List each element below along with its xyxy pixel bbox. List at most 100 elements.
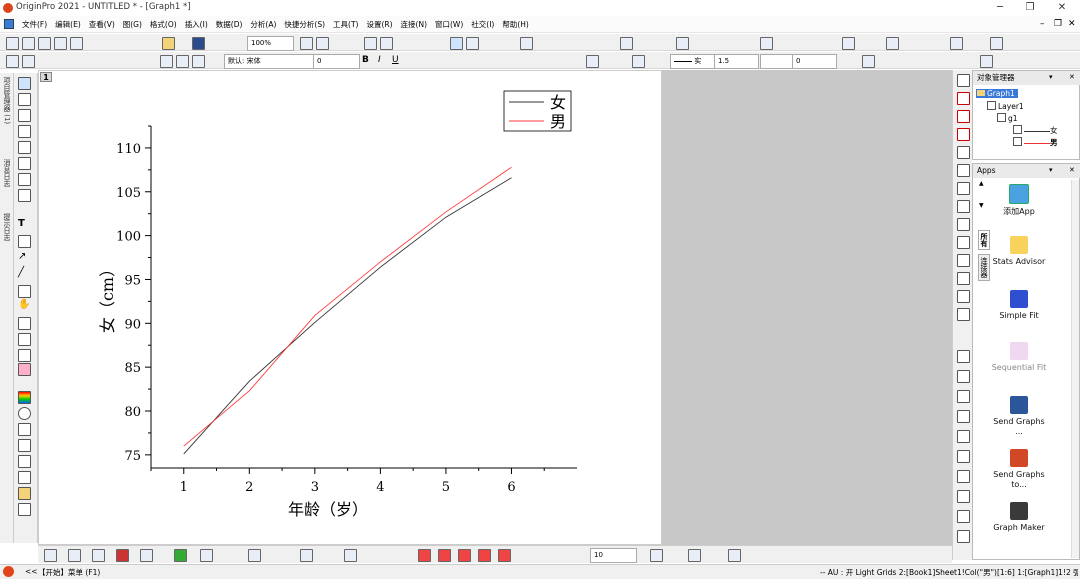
plot-checkbox-icon[interactable] [1013, 125, 1022, 134]
message-log-tab[interactable]: 消息日志 [2, 159, 12, 187]
zoom-in-tool-icon[interactable] [18, 93, 31, 106]
start-orb-icon[interactable] [3, 566, 14, 577]
new-layer-icon[interactable] [957, 74, 970, 87]
bar-icon[interactable] [18, 439, 31, 452]
align-bottom-icon[interactable] [957, 308, 970, 321]
layer-marker-icon[interactable] [18, 423, 31, 436]
area-plot-icon[interactable] [174, 549, 187, 562]
app-sequential-fit[interactable]: Sequential Fit [991, 342, 1047, 373]
menu-edit[interactable]: 编辑(E) [51, 16, 85, 33]
pointer-icon[interactable] [450, 37, 463, 50]
arrow-tool-icon[interactable]: ↗ [18, 251, 26, 262]
same-width-icon[interactable] [957, 350, 970, 363]
menu-insert[interactable]: 插入(I) [181, 16, 212, 33]
distribute-vertical-icon[interactable] [957, 410, 970, 423]
add-bottom-x-icon[interactable] [957, 92, 970, 105]
panel-close-icon[interactable]: ✕ [1069, 73, 1075, 81]
zoom-in-icon[interactable] [466, 37, 479, 50]
bottom-size-combo[interactable]: 10 [590, 548, 637, 563]
line-width-combo[interactable]: 1.5 [714, 54, 759, 69]
plot-setup-icon[interactable] [22, 55, 35, 68]
zoom-combo[interactable]: 100% [247, 36, 294, 51]
pan-tool-icon[interactable]: ✋ [18, 299, 30, 310]
folder-icon[interactable] [18, 487, 31, 500]
pie-plot-icon[interactable] [200, 549, 213, 562]
insert-table-tool-icon[interactable] [18, 333, 31, 346]
apps-tab-connectors[interactable]: 连接器 [978, 254, 990, 281]
new-function-icon[interactable] [70, 37, 83, 50]
scroll-up-icon[interactable]: ▲ [979, 180, 984, 187]
pointer-tool-icon[interactable] [18, 77, 31, 90]
tree-graph[interactable]: Graph1 [976, 89, 1018, 98]
menu-data[interactable]: 数据(D) [212, 16, 247, 33]
apps-tab-all[interactable]: 所有 [978, 230, 990, 250]
menu-social[interactable]: 社交(I) [467, 16, 498, 33]
tree-plot-female[interactable]: 女 [1013, 125, 1058, 136]
column-plot-icon[interactable] [116, 549, 129, 562]
annotation-tool-icon[interactable] [18, 235, 31, 248]
hint-log-tab[interactable]: 提示日志 [2, 213, 12, 241]
align-left-icon[interactable] [957, 254, 970, 267]
copy-icon[interactable] [176, 55, 189, 68]
color-map-icon[interactable] [18, 471, 31, 484]
new-project-icon[interactable] [6, 37, 19, 50]
mdi-minimize-button[interactable]: – [1040, 19, 1045, 29]
color-scale-icon[interactable] [18, 363, 31, 376]
group-icon[interactable] [957, 470, 970, 483]
clear-icon[interactable] [760, 37, 773, 50]
layer-checkbox-icon[interactable] [987, 101, 996, 110]
mdi-close-button[interactable]: ✕ [1068, 19, 1076, 29]
statistics-icon[interactable] [620, 37, 633, 50]
distribute-horizontal-icon[interactable] [957, 390, 970, 403]
zoom-out-tool-icon[interactable] [18, 109, 31, 122]
tree-plot-male[interactable]: 男 [1013, 137, 1058, 148]
align-top-icon[interactable] [957, 290, 970, 303]
italic-button[interactable]: I [378, 55, 381, 65]
cut-icon[interactable] [160, 55, 173, 68]
contour-plot-icon[interactable] [248, 549, 261, 562]
symbol-edge-icon[interactable] [458, 549, 471, 562]
symbol-color-icon[interactable] [498, 549, 511, 562]
plot-details-icon[interactable] [650, 549, 663, 562]
close-button[interactable]: ✕ [1047, 0, 1077, 16]
maximize-button[interactable]: ❐ [1015, 0, 1045, 16]
table-icon[interactable] [18, 503, 31, 516]
ungroup-icon[interactable] [957, 490, 970, 503]
gauge-icon[interactable] [18, 407, 31, 420]
arrow-first-icon[interactable] [842, 37, 855, 50]
scatter-plot-icon[interactable] [68, 549, 81, 562]
menu-graph[interactable]: 图(G) [119, 16, 146, 33]
layer-tab[interactable]: 1 [40, 72, 52, 82]
menu-window[interactable]: 窗口(W) [431, 16, 467, 33]
menu-format[interactable]: 格式(O) [146, 16, 181, 33]
app-simple-fit[interactable]: Simple Fit [991, 290, 1047, 321]
mask-tool-icon[interactable] [18, 189, 31, 202]
new-graph-icon[interactable] [38, 37, 51, 50]
open-icon[interactable] [162, 37, 175, 50]
status-start-menu[interactable]: 【开始】菜单 (F1) [38, 567, 100, 578]
move-next-icon[interactable] [950, 37, 963, 50]
app-graph-maker[interactable]: Graph Maker [991, 502, 1047, 533]
bold-button[interactable]: B [362, 55, 369, 65]
apps-scrollbar[interactable] [1071, 180, 1079, 558]
layer-icon[interactable] [364, 37, 377, 50]
merge-icon[interactable] [380, 37, 393, 50]
app-add[interactable]: 添加App [991, 184, 1047, 217]
font-name-combo[interactable]: 默认: 宋体 [224, 54, 315, 69]
fill-color-icon[interactable] [586, 55, 599, 68]
region-of-interest-icon[interactable] [18, 349, 31, 362]
app-send-graphs-word[interactable]: Send Graphs ... [991, 396, 1047, 437]
menu-analysis[interactable]: 分析(A) [246, 16, 280, 33]
style-icon[interactable] [688, 549, 701, 562]
format-copy-icon[interactable] [728, 549, 741, 562]
screen-reader-tool-icon[interactable] [18, 125, 31, 138]
data-selector-tool-icon[interactable] [18, 157, 31, 170]
project-manager-tab[interactable]: 项目管理器 (1) [2, 77, 12, 124]
arrange-layers-icon[interactable] [957, 182, 970, 195]
app-stats-advisor[interactable]: Stats Advisor [991, 236, 1047, 267]
symbol-shape-icon[interactable] [418, 549, 431, 562]
template-icon[interactable] [344, 549, 357, 562]
scale-icon[interactable] [18, 455, 31, 468]
move-down-icon[interactable] [990, 37, 1003, 50]
new-matrix-icon[interactable] [54, 37, 67, 50]
